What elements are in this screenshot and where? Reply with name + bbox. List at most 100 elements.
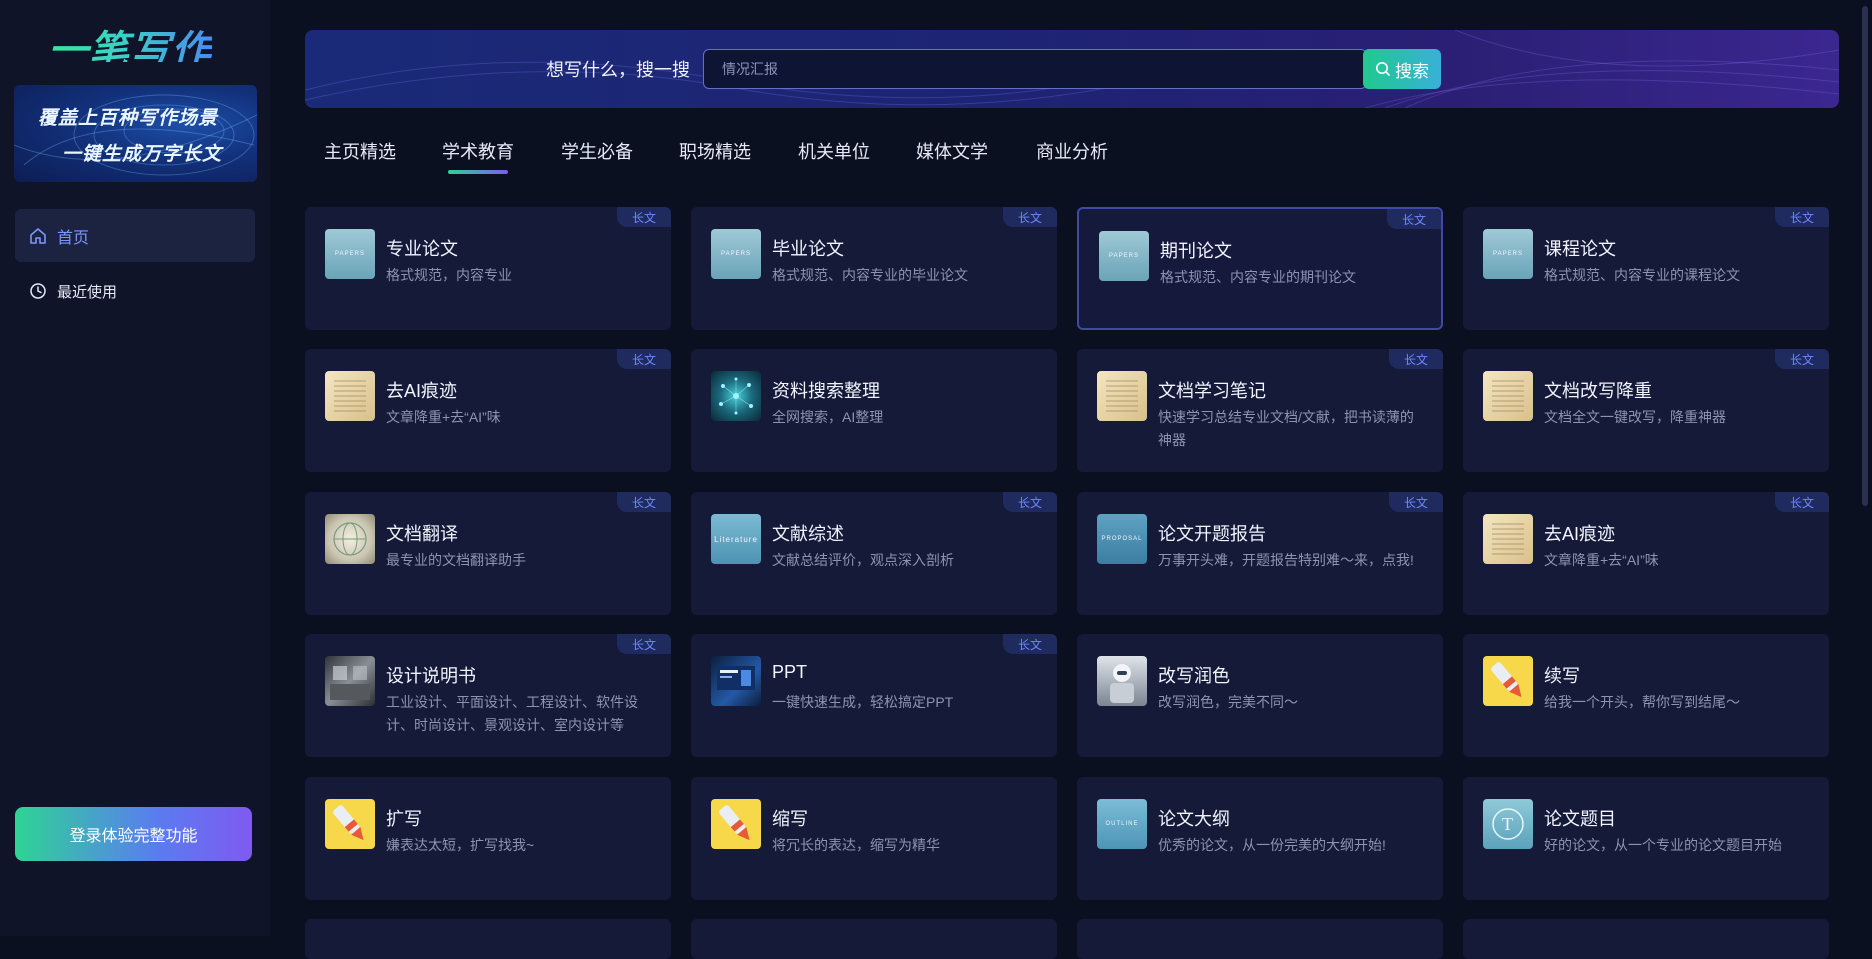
card-title: 去AI痕迹 xyxy=(1544,524,1616,544)
card-title: 论文大纲 xyxy=(1158,809,1230,829)
template-card[interactable]: T 论文题目 好的论文，从一个专业的论文题目开始 xyxy=(1463,777,1829,900)
card-description: 格式规范、内容专业的课程论文 xyxy=(1544,267,1740,283)
card-description: 格式规范、内容专业的毕业论文 xyxy=(772,267,968,283)
template-card[interactable]: 长文 去AI痕迹 文章降重+去“AI”味 xyxy=(1463,492,1829,615)
card-description: 全网搜索，AI整理 xyxy=(772,409,884,425)
thumbnail-label: Literature xyxy=(714,534,758,544)
scrollbar-thumb[interactable] xyxy=(1862,6,1868,506)
card-title: 资料搜索整理 xyxy=(772,381,880,401)
template-card[interactable]: 长文 文档学习笔记 快速学习总结专业文档/文献，把书读薄的神器 xyxy=(1077,349,1443,472)
card-description: 将冗长的表达，缩写为精华 xyxy=(772,837,940,853)
template-card[interactable]: 长文 去AI痕迹 文章降重+去“AI”味 xyxy=(305,349,671,472)
pen-thumbnail-icon xyxy=(325,799,375,849)
thumbnail-label: PAPERS xyxy=(335,251,365,257)
card-title: 缩写 xyxy=(772,809,808,829)
document-thumbnail-icon xyxy=(1097,371,1147,421)
search-input[interactable] xyxy=(703,49,1367,89)
banner-line-1: 覆盖上百种写作场景 xyxy=(38,108,219,129)
sidebar-item-label: 最近使用 xyxy=(57,283,118,301)
page-scrollbar[interactable] xyxy=(1860,0,1870,936)
template-card[interactable] xyxy=(691,919,1057,959)
promo-banner[interactable]: 覆盖上百种写作场景 一键生成万字长文 xyxy=(14,85,257,182)
card-title: 改写润色 xyxy=(1158,666,1230,686)
thumbnail-label: PAPERS xyxy=(1493,251,1523,257)
pen-thumbnail-icon xyxy=(711,799,761,849)
tab-media-literature[interactable]: 媒体文学 xyxy=(916,138,988,164)
template-card[interactable]: 缩写将冗长的表达，缩写为精华 xyxy=(691,777,1057,900)
card-description: 万事开头难，开题报告特别难～来，点我! xyxy=(1158,552,1414,568)
template-card[interactable]: 长文 Literature 文献综述 文献总结评价，观点深入剖析 xyxy=(691,492,1057,615)
template-card[interactable]: 长文 文档改写降重 文档全文一键改写，降重神器 xyxy=(1463,349,1829,472)
card-description: 工业设计、平面设计、工程设计、软件设计、时尚设计、景观设计、室内设计等 xyxy=(386,694,638,733)
long-form-badge: 长文 xyxy=(617,634,671,654)
design-thumbnail-icon xyxy=(325,656,375,706)
app-logo[interactable]: 一笔写作 xyxy=(48,18,212,73)
card-description: 快速学习总结专业文档/文献，把书读薄的神器 xyxy=(1158,409,1414,448)
template-card[interactable] xyxy=(305,919,671,959)
template-card[interactable] xyxy=(1077,919,1443,959)
thumbnail-label: PAPERS xyxy=(1109,253,1139,259)
tab-workplace[interactable]: 职场精选 xyxy=(679,138,751,164)
pen-thumbnail-icon xyxy=(1483,656,1533,706)
template-card[interactable] xyxy=(1463,919,1829,959)
long-form-badge: 长文 xyxy=(1003,207,1057,227)
sidebar-item-home[interactable]: 首页 xyxy=(15,209,255,262)
template-card[interactable]: 长文 PAPERS 毕业论文格式规范、内容专业的毕业论文 xyxy=(691,207,1057,330)
template-card[interactable]: 长文 PAPERS 期刊论文 格式规范、内容专业的期刊论文 xyxy=(1077,207,1443,330)
card-description: 给我一个开头，帮你写到结尾～ xyxy=(1544,694,1740,710)
svg-text:T: T xyxy=(1502,814,1514,834)
card-title: 文档学习笔记 xyxy=(1158,381,1266,401)
card-description: 优秀的论文，从一份完美的大纲开始! xyxy=(1158,837,1386,853)
template-card[interactable]: 长文 PAPERS 课程论文 格式规范、内容专业的课程论文 xyxy=(1463,207,1829,330)
robot-thumbnail-icon xyxy=(1097,656,1147,706)
topic-thumbnail-icon: T xyxy=(1483,799,1533,849)
search-button[interactable]: 搜索 xyxy=(1363,49,1441,89)
literature-thumbnail-icon: Literature xyxy=(711,514,761,564)
document-thumbnail-icon xyxy=(1483,514,1533,564)
template-card[interactable]: 长文 设计说明书 工业设计、平面设计、工程设计、软件设计、时尚设计、景观设计、室内设… xyxy=(305,634,671,757)
thumbnail-label: OUTLINE xyxy=(1105,821,1139,827)
long-form-badge: 长文 xyxy=(617,207,671,227)
search-icon xyxy=(1376,62,1390,76)
network-thumbnail-icon xyxy=(711,371,761,421)
search-prompt-label: 想写什么，搜一搜 xyxy=(546,60,690,80)
long-form-badge: 长文 xyxy=(617,492,671,512)
outline-thumbnail-icon: OUTLINE xyxy=(1097,799,1147,849)
card-description: 文献总结评价，观点深入剖析 xyxy=(772,552,954,568)
card-title: PPT xyxy=(772,662,808,682)
card-title: 论文题目 xyxy=(1544,809,1616,829)
template-card[interactable]: 长文 PPT 一键快速生成，轻松搞定PPT xyxy=(691,634,1057,757)
tab-government[interactable]: 机关单位 xyxy=(798,138,870,164)
card-title: 毕业论文 xyxy=(772,239,844,259)
translate-thumbnail-icon xyxy=(325,514,375,564)
papers-thumbnail-icon: PAPERS xyxy=(325,229,375,279)
card-description: 格式规范，内容专业 xyxy=(386,267,512,283)
template-card[interactable]: 改写润色 改写润色，完美不同～ xyxy=(1077,634,1443,757)
template-card[interactable]: 长文 PAPERS 专业论文 格式规范，内容专业 xyxy=(305,207,671,330)
template-card[interactable]: 长文 文档翻译 最专业的文档翻译助手 xyxy=(305,492,671,615)
tab-business[interactable]: 商业分析 xyxy=(1036,138,1108,164)
login-button[interactable]: 登录体验完整功能 xyxy=(15,807,252,861)
template-card[interactable]: 长文 PROPOSAL 论文开题报告 万事开头难，开题报告特别难～来，点我! xyxy=(1077,492,1443,615)
home-icon xyxy=(30,227,46,244)
card-title: 去AI痕迹 xyxy=(386,381,458,401)
search-button-label: 搜索 xyxy=(1395,61,1429,81)
tab-academic[interactable]: 学术教育 xyxy=(442,138,514,174)
template-card[interactable]: OUTLINE 论文大纲优秀的论文，从一份完美的大纲开始! xyxy=(1077,777,1443,900)
sidebar-item-recent[interactable]: 最近使用 xyxy=(15,276,255,306)
long-form-badge: 长文 xyxy=(1389,492,1443,512)
card-title: 文献综述 xyxy=(772,524,844,544)
banner-line-2: 一键生成万字长文 xyxy=(62,144,223,165)
card-title: 扩写 xyxy=(386,809,422,829)
template-card[interactable]: 扩写 嫌表达太短，扩写找我~ xyxy=(305,777,671,900)
template-card[interactable]: 续写 给我一个开头，帮你写到结尾～ xyxy=(1463,634,1829,757)
tab-home-picks[interactable]: 主页精选 xyxy=(324,138,396,164)
card-title: 文档翻译 xyxy=(386,524,458,544)
clock-icon xyxy=(30,283,46,299)
template-card[interactable]: 资料搜索整理全网搜索，AI整理 xyxy=(691,349,1057,472)
card-description: 文章降重+去“AI”味 xyxy=(1544,552,1659,568)
papers-thumbnail-icon: PAPERS xyxy=(711,229,761,279)
tab-student[interactable]: 学生必备 xyxy=(561,138,633,164)
document-thumbnail-icon xyxy=(325,371,375,421)
card-description: 一键快速生成，轻松搞定PPT xyxy=(772,694,954,710)
